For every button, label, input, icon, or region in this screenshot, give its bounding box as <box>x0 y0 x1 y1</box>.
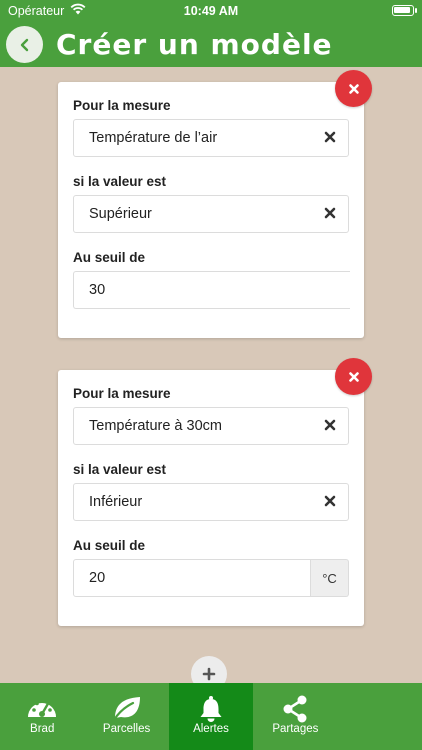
threshold-label: Au seuil de <box>73 250 146 265</box>
clear-icon[interactable] <box>322 205 338 221</box>
threshold-input[interactable]: 30 <box>73 271 350 309</box>
measure-label: Pour la mesure <box>73 386 171 401</box>
threshold-value: 30 <box>89 282 106 298</box>
battery-tip <box>415 8 417 13</box>
tab-label: Alertes <box>193 723 229 735</box>
page-title: Créer un modèle <box>56 28 333 61</box>
threshold-label: Au seuil de <box>73 538 146 553</box>
comparison-value: Supérieur <box>89 206 152 222</box>
tab-partages[interactable]: Partages <box>253 683 337 750</box>
chevron-left-icon <box>20 38 28 51</box>
comparison-select[interactable]: Inférieur <box>73 483 349 521</box>
delete-condition-button[interactable] <box>335 358 372 395</box>
clock: 10:49 AM <box>183 4 239 18</box>
measure-select[interactable]: Température à 30cm <box>73 407 349 445</box>
measure-label: Pour la mesure <box>73 98 171 113</box>
clear-icon[interactable] <box>322 417 338 433</box>
comparison-label: si la valeur est <box>73 174 167 189</box>
tab-label: Parcelles <box>102 723 151 735</box>
tab-brad[interactable]: Brad <box>0 683 84 750</box>
condition-card-1: Pour la mesure Température de l’air si l… <box>58 82 364 338</box>
leaf-icon <box>112 697 140 721</box>
measure-value: Température à 30cm <box>89 418 222 434</box>
threshold-input[interactable]: 20 <box>73 559 311 597</box>
tab-bar: Brad Parcelles Alertes Partages <box>0 683 422 750</box>
clear-icon[interactable] <box>322 493 338 509</box>
close-icon <box>348 371 359 382</box>
tab-parcelles[interactable]: Parcelles <box>84 683 168 750</box>
comparison-label: si la valeur est <box>73 462 167 477</box>
back-button[interactable] <box>6 26 43 63</box>
tab-label: Partages <box>272 723 319 735</box>
gauge-icon <box>28 699 57 717</box>
bell-icon <box>200 696 222 722</box>
plus-icon <box>202 667 216 681</box>
clear-icon[interactable] <box>322 129 338 145</box>
comparison-select[interactable]: Supérieur <box>73 195 349 233</box>
tab-alertes[interactable]: Alertes <box>168 683 254 750</box>
comparison-value: Inférieur <box>89 494 143 510</box>
condition-card-2: Pour la mesure Température à 30cm si la … <box>58 370 364 626</box>
tab-label: Brad <box>30 723 55 735</box>
app-header: Créer un modèle <box>0 22 422 67</box>
measure-value: Température de l’air <box>89 130 218 146</box>
share-icon <box>283 695 307 723</box>
measure-select[interactable]: Température de l’air <box>73 119 349 157</box>
close-icon <box>348 83 359 94</box>
delete-condition-button[interactable] <box>335 70 372 107</box>
threshold-value: 20 <box>89 570 106 586</box>
unit-addon: °C <box>311 559 349 597</box>
battery-icon <box>392 5 414 16</box>
status-bar: Opérateur 10:49 AM <box>0 0 422 22</box>
